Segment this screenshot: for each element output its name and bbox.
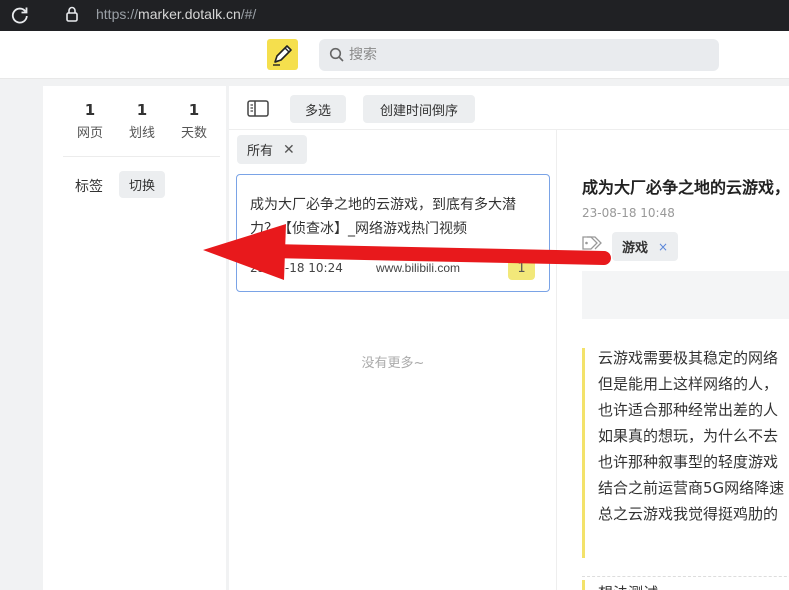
highlight-line: 但是能用上这样网络的人，	[598, 375, 779, 393]
article-site: www.bilibili.com	[376, 261, 461, 275]
url-path: /#/	[240, 6, 257, 22]
search-input[interactable]	[349, 39, 709, 71]
close-icon[interactable]: ×	[658, 240, 668, 254]
close-icon[interactable]: ✕	[283, 142, 295, 158]
browser-toolbar: https://marker.dotalk.cn/#/	[0, 0, 789, 31]
article-title: 成为大厂必争之地的云游戏，到底有多大潜力？【侦查冰】_网络游戏热门视频	[250, 197, 516, 237]
tag-label: 游戏	[622, 241, 649, 256]
highlight-line: 总之云游戏我觉得挺鸡肋的	[598, 505, 779, 523]
article-list: 所有 ✕ 成为大厂必争之地的云游戏，到底有多大潜力？【侦查冰】_网络游戏热门视频…	[229, 130, 557, 590]
highlight-line: 也许那种叙事型的轻度游戏	[598, 453, 779, 471]
divider	[582, 576, 789, 577]
divider	[63, 156, 220, 157]
highlight-count-badge: 1	[508, 258, 535, 280]
highlight-line: 如果真的想玩，为什么不去	[598, 427, 779, 445]
lock-icon[interactable]	[65, 5, 79, 23]
sidebar-toggle-icon[interactable]	[247, 100, 269, 117]
filter-chip-all[interactable]: 所有 ✕	[237, 135, 307, 164]
app-logo[interactable]	[267, 39, 298, 70]
stat-highlights: 1 划线	[117, 100, 167, 141]
highlight-line: 也许适合那种经常出差的人	[598, 401, 779, 419]
url-host: marker.dotalk.cn	[138, 6, 241, 22]
left-sidebar: 1 网页 1 划线 1 天数 标签 切换	[43, 86, 226, 590]
tag-icon	[582, 236, 602, 250]
multi-select-button[interactable]: 多选	[290, 95, 346, 123]
stat-value: 1	[84, 101, 96, 119]
stat-label: 天数	[180, 126, 207, 141]
article-time: 23-08-18 10:24	[250, 261, 343, 275]
stat-value: 1	[136, 101, 148, 119]
detail-date: 23-08-18 10:48	[582, 206, 675, 220]
search-icon	[329, 47, 344, 62]
stat-days: 1 天数	[169, 100, 219, 141]
sort-button[interactable]: 创建时间倒序	[363, 95, 475, 123]
stat-label: 网页	[76, 126, 103, 141]
main-panel: 多选 创建时间倒序 所有 ✕ 成为大厂必争之地的云游戏，到底有多大潜力？【侦查冰…	[229, 86, 789, 590]
highlight-line: 云游戏需要极其稳定的网络	[598, 349, 779, 367]
list-item[interactable]: 成为大厂必争之地的云游戏，到底有多大潜力？【侦查冰】_网络游戏热门视频 23-0…	[236, 174, 550, 292]
highlight-line: 结合之前运营商5G网络降速	[598, 479, 785, 497]
no-more-text: 没有更多~	[361, 356, 425, 371]
stat-label: 划线	[128, 126, 155, 141]
thought-text: 想法测试	[582, 580, 658, 590]
tags-heading: 标签	[75, 179, 103, 195]
reload-icon[interactable]	[10, 5, 30, 25]
filter-chip-label: 所有	[247, 144, 274, 159]
pen-icon	[273, 45, 292, 66]
stat-pages: 1 网页	[65, 100, 115, 141]
detail-title: 成为大厂必争之地的云游戏，到底有多大潜力？	[582, 178, 789, 197]
highlight-block[interactable]: 云游戏需要极其稳定的网络 但是能用上这样网络的人， 也许适合那种经常出差的人 如…	[582, 348, 789, 558]
article-detail: 成为大厂必争之地的云游戏，到底有多大潜力？ 23-08-18 10:48 游戏 …	[582, 130, 789, 590]
switch-button[interactable]: 切换	[119, 171, 165, 198]
tag-chip[interactable]: 游戏 ×	[612, 232, 679, 261]
address-bar[interactable]: https://marker.dotalk.cn/#/	[96, 6, 256, 22]
stat-value: 1	[188, 101, 200, 119]
app-header	[0, 31, 789, 79]
list-toolbar: 多选 创建时间倒序	[229, 86, 789, 130]
url-protocol: https://	[96, 6, 139, 22]
search-box[interactable]	[319, 39, 719, 71]
note-input-area[interactable]	[582, 271, 789, 319]
